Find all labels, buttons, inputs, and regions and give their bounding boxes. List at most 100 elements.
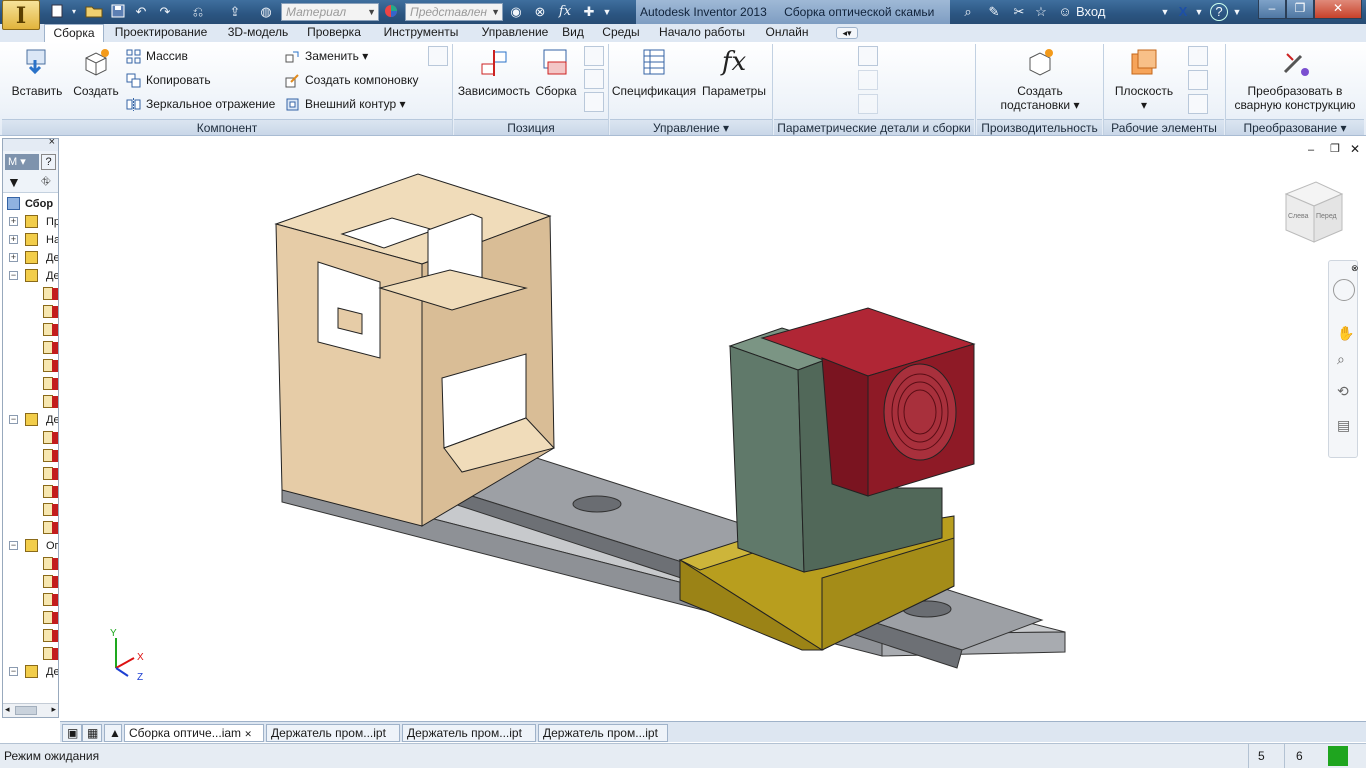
steering-wheel-icon[interactable] [1333,279,1355,301]
create-ipart-icon[interactable] [858,46,878,66]
tree-root[interactable]: Сбор [3,195,58,213]
expand-toggle-icon[interactable]: − [9,541,18,550]
minimize-button[interactable]: – [1258,0,1286,19]
exchange-dropdown-icon[interactable]: ▼ [1194,3,1204,21]
open-documents-icon[interactable]: ▲ [104,724,122,742]
tab-manage[interactable]: Управление [472,24,558,42]
create-substitutes-button[interactable]: Создать подстановки ▾ [990,46,1090,112]
help-icon[interactable]: ? [41,154,56,170]
tree-node[interactable]: + На [3,231,58,249]
tree-node[interactable] [3,609,58,627]
tree-node[interactable] [3,591,58,609]
tree-node[interactable] [3,357,58,375]
bom-button[interactable]: Спецификация [611,46,697,98]
tile-views-icon[interactable]: ▣ [62,724,82,742]
tab-online[interactable]: Онлайн [760,24,814,42]
tree-node[interactable] [3,501,58,519]
expand-toggle-icon[interactable]: − [9,667,18,676]
mirror-button[interactable]: Зеркальное отражение [124,94,275,114]
copy-button[interactable]: Копировать [124,70,211,90]
constrain-button[interactable]: Зависимость [456,46,532,98]
viewcube[interactable]: Слева Перед [1284,181,1344,243]
tree-node[interactable]: − Де [3,411,58,429]
component-panel-label[interactable]: Компонент [2,119,452,135]
doc-tab-assembly[interactable]: Сборка оптиче...iam ✕ [124,724,264,742]
tree-node[interactable]: − Де [3,663,58,681]
graphics-window[interactable]: Y X Z Слева Перед – ❐ ✕ ⊗ ✋ ⌕ ⟲ ▤ [62,138,1366,720]
tab-design[interactable]: Проектирование [108,24,214,42]
lens-stand-body[interactable] [274,173,555,527]
replace-button[interactable]: Заменить ▾ [283,46,368,66]
expand-toggle-icon[interactable]: + [9,253,18,262]
close-icon[interactable]: × [49,136,55,148]
parameters-button[interactable]: fx Параметры [700,46,768,98]
look-at-icon[interactable]: ▤ [1337,417,1350,434]
tab-tools[interactable]: Инструменты [374,24,468,42]
clear-appearance-icon[interactable]: ⊗ [530,3,550,21]
place-button[interactable]: Вставить [6,46,68,98]
tree-node[interactable] [3,321,58,339]
plus-icon[interactable]: ✚ [580,3,598,21]
bom-structure-icon[interactable] [428,46,448,66]
position-panel-label[interactable]: Позиция [454,119,608,135]
tree-node[interactable]: + Де [3,249,58,267]
help-dropdown-icon[interactable]: ▼ [1232,3,1242,21]
sign-in-button[interactable]: Вход [1076,3,1136,21]
binoculars-icon[interactable]: ⌕ [957,3,979,21]
work-point-icon[interactable] [1188,70,1208,90]
orbit-icon[interactable]: ⟲ [1337,383,1349,400]
browser-horizontal-scrollbar[interactable]: ◂ ▸ [3,703,58,717]
adjust-appearance-icon[interactable]: ◉ [506,3,526,21]
close-icon[interactable]: ⊗ [1351,263,1359,274]
tab-assemble[interactable]: Сборка [44,24,104,42]
tab-3d-model[interactable]: 3D-модель [220,24,296,42]
zoom-icon[interactable]: ⌕ [1337,351,1345,368]
pan-hand-icon[interactable]: ✋ [1337,325,1354,342]
rotate-free-icon[interactable] [584,92,604,112]
arrange-views-icon[interactable]: ▦ [82,724,102,742]
update-icon[interactable]: ⇪ [222,3,248,21]
doc-tab-holder-2[interactable]: Держатель пром...ipt [402,724,536,742]
material-select[interactable]: Материал ▼ [281,3,379,21]
globe-icon[interactable]: ◍ [256,3,276,21]
tree-node[interactable] [3,465,58,483]
subscription-icon[interactable]: ✂ [1008,3,1030,21]
return-icon[interactable]: ⎌ [186,3,210,21]
parameters-fx-icon[interactable]: fx [555,3,575,21]
exchange-apps-icon[interactable]: X [1174,3,1192,21]
close-button[interactable]: ✕ [1314,0,1362,19]
tab-environments[interactable]: Среды [598,24,644,42]
assembly-model[interactable]: Y X Z Слева Перед [62,138,1366,720]
color-wheel-icon[interactable] [382,3,400,21]
doc-tab-holder-1[interactable]: Держатель пром...ipt [266,724,400,742]
appearance-select[interactable]: Представлен ▼ [405,3,503,21]
grip-snap-icon[interactable] [584,46,604,66]
save-icon[interactable] [108,3,128,21]
expand-toggle-icon[interactable]: + [9,217,18,226]
tab-view[interactable]: Вид [560,24,586,42]
tree-node[interactable] [3,483,58,501]
expand-toggle-icon[interactable]: − [9,415,18,424]
tree-node[interactable] [3,339,58,357]
tree-node[interactable] [3,375,58,393]
new-dropdown-icon[interactable]: ▾ [70,3,78,21]
filter-icon[interactable]: ▼ [7,174,21,190]
tree-node[interactable] [3,645,58,663]
assemble-button[interactable]: Сборка [533,46,579,98]
hierarchy-icon[interactable]: ⛗ [41,174,51,189]
viewport-close-button[interactable]: ✕ [1350,142,1360,156]
tree-node[interactable] [3,393,58,411]
work-axis-icon[interactable] [1188,46,1208,66]
communication-icon[interactable]: ✎ [983,3,1005,21]
tree-node[interactable]: + Пр [3,213,58,231]
make-layout-button[interactable]: Создать компоновку [283,70,418,90]
customize-dropdown-icon[interactable]: ▼ [601,3,613,21]
application-menu-button[interactable]: I [2,0,40,30]
redo-icon[interactable]: ↷ [156,3,174,21]
sign-in-dropdown-icon[interactable]: ▼ [1160,3,1170,21]
expand-toggle-icon[interactable]: + [9,235,18,244]
convert-to-weldment-button[interactable]: Преобразовать в сварную конструкцию [1230,46,1360,112]
tree-node[interactable]: − Де [3,267,58,285]
tree-node[interactable] [3,519,58,537]
pattern-button[interactable]: Массив [124,46,188,66]
